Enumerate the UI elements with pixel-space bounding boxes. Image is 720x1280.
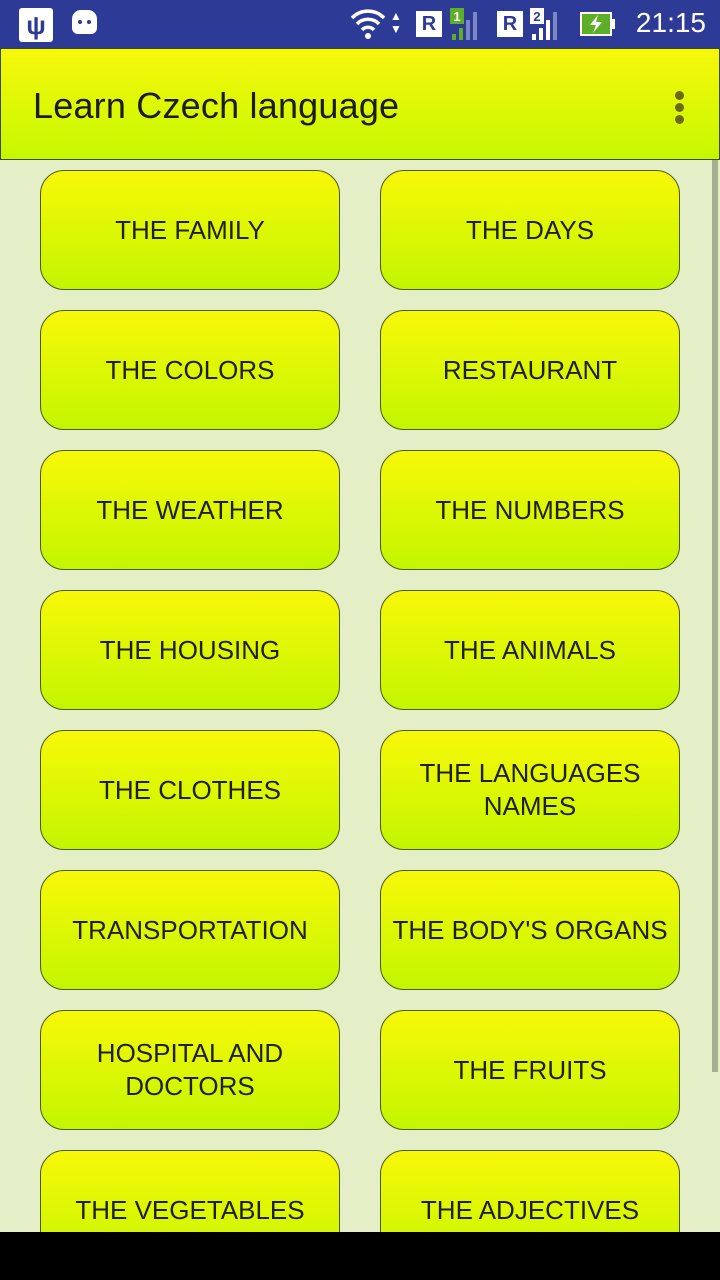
category-list[interactable]: THE FAMILY THE DAYS THE COLORS RESTAURAN… [0,160,720,1232]
clock: 21:15 [635,7,706,38]
category-button-numbers[interactable]: THE NUMBERS [380,450,680,570]
category-button-body-organs[interactable]: THE BODY'S ORGANS [380,870,680,990]
category-button-vegetables[interactable]: THE VEGETABLES [40,1150,340,1232]
category-button-adjectives[interactable]: THE ADJECTIVES [380,1150,680,1232]
category-button-housing[interactable]: THE HOUSING [40,590,340,710]
app-title: Learn Czech language [33,85,400,126]
category-button-fruits[interactable]: THE FRUITS [380,1010,680,1130]
svg-text:1: 1 [453,9,460,24]
category-button-clothes[interactable]: THE CLOTHES [40,730,340,850]
roaming-r-icon: R [416,11,442,37]
category-button-animals[interactable]: THE ANIMALS [380,590,680,710]
app-bar: Learn Czech language [0,48,720,160]
usb-icon: ψ [19,8,53,42]
overflow-menu-button[interactable] [673,91,685,127]
wifi-icon [350,9,386,39]
scrollbar[interactable] [712,160,718,1072]
android-debug-icon [72,10,97,34]
more-vertical-icon [674,91,684,100]
category-button-restaurant[interactable]: RESTAURANT [380,310,680,430]
status-bar: ψ ▲▼ R 1 R 2 21:15 [0,0,720,48]
svg-text:2: 2 [533,9,540,24]
category-button-family[interactable]: THE FAMILY [40,170,340,290]
navigation-bar [0,1232,720,1280]
category-button-weather[interactable]: THE WEATHER [40,450,340,570]
signal-sim2-icon: 2 [530,8,557,40]
category-grid: THE FAMILY THE DAYS THE COLORS RESTAURAN… [40,170,680,1232]
signal-sim1-icon: 1 [450,8,477,40]
roaming-r-icon: R [497,11,523,37]
category-button-days[interactable]: THE DAYS [380,170,680,290]
category-button-languages-names[interactable]: THE LANGUAGES NAMES [380,730,680,850]
category-button-hospital-doctors[interactable]: HOSPITAL AND DOCTORS [40,1010,340,1130]
data-activity-icon: ▲▼ [390,9,402,36]
battery-charging-icon [580,12,615,36]
category-button-transportation[interactable]: TRANSPORTATION [40,870,340,990]
category-button-colors[interactable]: THE COLORS [40,310,340,430]
